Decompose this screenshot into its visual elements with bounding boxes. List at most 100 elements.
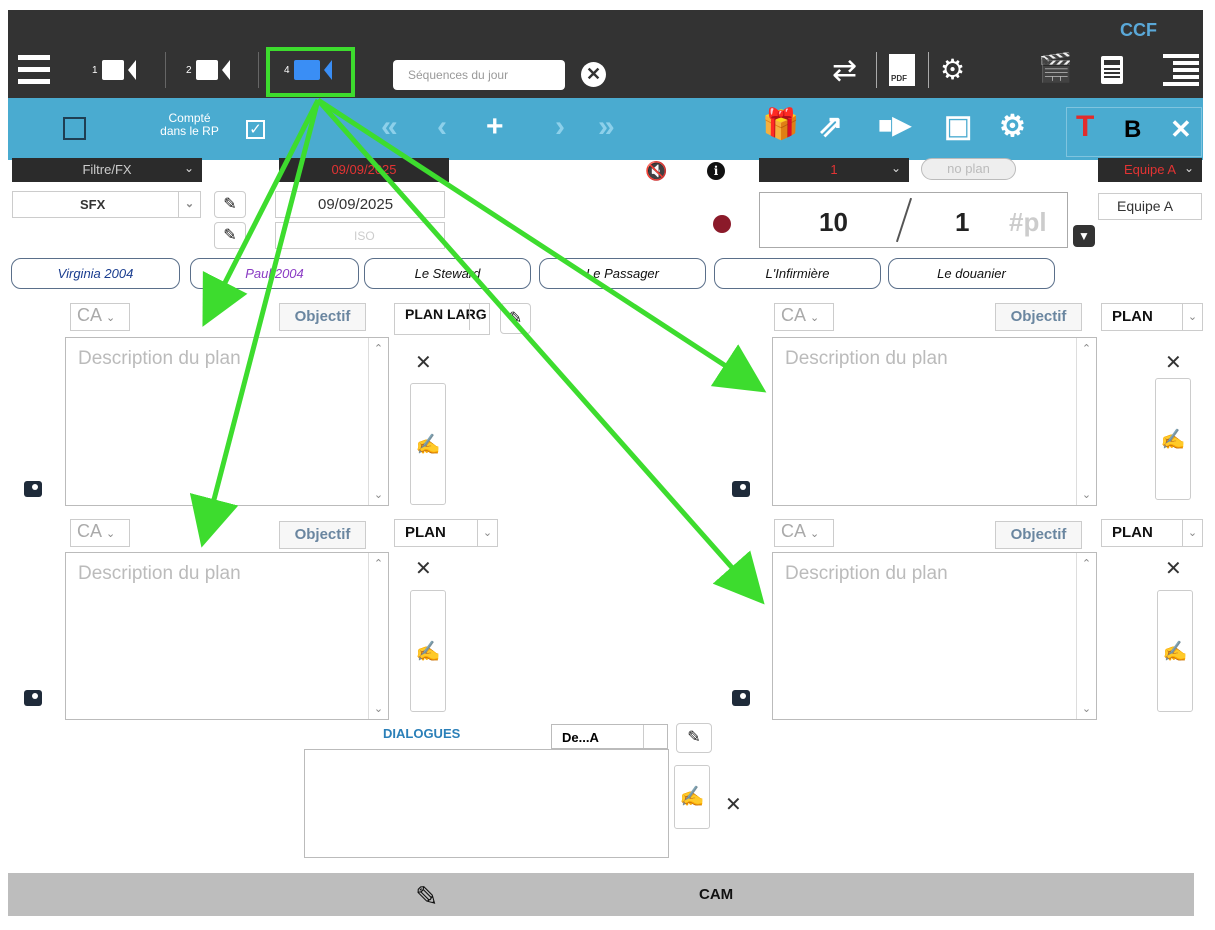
plan-description-input[interactable]: Description du plan ⌃ ⌄ bbox=[65, 337, 389, 506]
first-icon[interactable]: « bbox=[381, 112, 398, 142]
plan-select[interactable]: PLAN LARG ⌄ bbox=[394, 303, 490, 335]
edit-dialogues-button[interactable]: ✎ bbox=[676, 723, 712, 753]
objectif-button[interactable]: Objectif bbox=[279, 521, 366, 549]
plan-description-input[interactable]: Description du plan ⌃ ⌄ bbox=[772, 337, 1097, 506]
image-icon[interactable] bbox=[24, 481, 42, 497]
signature-button[interactable]: ✍ bbox=[410, 590, 446, 712]
character-pill[interactable]: Paul 2004 bbox=[190, 258, 359, 289]
image-icon[interactable] bbox=[732, 481, 750, 497]
close-icon[interactable]: ✕ bbox=[415, 556, 432, 581]
ca-select[interactable]: CA ⌄ bbox=[70, 303, 130, 331]
objectif-button[interactable]: Objectif bbox=[995, 303, 1082, 331]
dialogues-select[interactable]: De...A bbox=[551, 724, 668, 749]
character-pill[interactable]: Le douanier bbox=[888, 258, 1055, 289]
bold-button[interactable]: B bbox=[1124, 116, 1141, 144]
ca-label: CA bbox=[77, 305, 102, 325]
plan-select[interactable]: PLAN ⌄ bbox=[1101, 519, 1203, 547]
ca-label: CA bbox=[781, 521, 806, 541]
camera-4-highlight bbox=[266, 47, 355, 97]
iso-select[interactable]: ISO bbox=[275, 222, 445, 249]
signature-button[interactable]: ✍ bbox=[410, 383, 446, 505]
camera-2-button[interactable]: 2 bbox=[186, 60, 230, 80]
portrait-icon[interactable]: ▣ bbox=[944, 112, 972, 142]
objectif-button[interactable]: Objectif bbox=[995, 521, 1082, 549]
sequence-number[interactable]: 10 bbox=[819, 207, 848, 238]
ca-select[interactable]: CA ⌄ bbox=[774, 519, 834, 547]
objectif-label: Objectif bbox=[1010, 526, 1067, 543]
date-input[interactable]: 09/09/2025 bbox=[275, 191, 445, 218]
date-value: 09/09/2025 bbox=[318, 196, 394, 213]
plan-description-input[interactable]: Description du plan ⌃ ⌄ bbox=[772, 552, 1097, 720]
character-label: Le douanier bbox=[937, 266, 1006, 281]
ca-select[interactable]: CA ⌄ bbox=[774, 303, 834, 331]
pdf-icon[interactable]: PDF bbox=[889, 54, 915, 86]
plan-select[interactable]: PLAN ⌄ bbox=[1101, 303, 1203, 331]
clear-search-icon[interactable]: ✕ bbox=[581, 62, 606, 87]
no-plan-badge[interactable]: no plan bbox=[921, 158, 1016, 180]
iso-label: ISO bbox=[354, 229, 375, 243]
info-icon[interactable]: i bbox=[707, 162, 725, 180]
signature-button[interactable]: ✍ bbox=[674, 765, 710, 829]
character-pill[interactable]: L'Infirmière bbox=[714, 258, 881, 289]
character-label: L'Infirmière bbox=[765, 266, 830, 281]
close-icon[interactable]: ✕ bbox=[1165, 350, 1182, 375]
close-icon[interactable]: ✕ bbox=[725, 792, 742, 817]
objectif-label: Objectif bbox=[294, 308, 351, 325]
add-icon[interactable]: + bbox=[486, 112, 504, 142]
ca-select[interactable]: CA ⌄ bbox=[70, 519, 130, 547]
list-icon[interactable] bbox=[1163, 54, 1199, 86]
menu-icon[interactable] bbox=[18, 55, 50, 85]
sfx-select[interactable]: SFX ⌄ bbox=[12, 191, 201, 218]
compte-checkbox[interactable]: ✓ bbox=[246, 120, 265, 139]
camera-1-button[interactable]: 1 bbox=[92, 60, 136, 80]
text-color-button[interactable]: T bbox=[1076, 110, 1094, 144]
dialogues-select-value: De...A bbox=[562, 730, 599, 745]
pl-input[interactable]: #pl bbox=[1009, 207, 1047, 238]
close-icon[interactable]: ✕ bbox=[1165, 556, 1182, 581]
search-input[interactable]: Séquences du jour bbox=[393, 60, 565, 90]
plan-select[interactable]: PLAN ⌄ bbox=[394, 519, 498, 547]
user-settings-icon[interactable]: ⚙ bbox=[940, 56, 965, 84]
select-checkbox[interactable] bbox=[63, 117, 86, 140]
plan-description-input[interactable]: Description du plan ⌃ ⌄ bbox=[65, 552, 389, 720]
plan-number[interactable]: 1 bbox=[955, 207, 969, 238]
mute-icon[interactable]: 🔇 bbox=[645, 161, 667, 182]
character-pill[interactable]: Le Passager bbox=[539, 258, 706, 289]
last-icon[interactable]: » bbox=[598, 112, 615, 142]
description-placeholder: Description du plan bbox=[785, 563, 948, 584]
dialogues-input[interactable] bbox=[304, 749, 669, 858]
camera-2-number: 2 bbox=[186, 64, 192, 76]
image-icon[interactable] bbox=[732, 690, 750, 706]
edit-iso-button[interactable]: ✎ bbox=[214, 222, 246, 249]
camera-1-number: 1 bbox=[92, 64, 98, 76]
share-icon[interactable]: ⇗ bbox=[818, 112, 843, 142]
calculator-icon[interactable] bbox=[1101, 56, 1123, 84]
character-pill[interactable]: Le Steward bbox=[364, 258, 531, 289]
video-camera-icon[interactable]: ■▶ bbox=[878, 114, 911, 138]
edit-date-button[interactable]: ✎ bbox=[214, 191, 246, 218]
previous-icon[interactable]: ‹ bbox=[437, 112, 447, 142]
gift-icon[interactable]: 🎁 bbox=[762, 110, 799, 140]
filter-select[interactable]: Filtre/FX ⌄ bbox=[12, 158, 202, 182]
plan-number-select[interactable]: 1 ⌄ bbox=[759, 158, 909, 182]
objectif-button[interactable]: Objectif bbox=[279, 303, 366, 331]
plan-label: PLAN bbox=[1112, 308, 1153, 325]
signature-button[interactable]: ✍ bbox=[1157, 590, 1193, 712]
clapperboard-icon[interactable]: 🎬 bbox=[1038, 54, 1073, 82]
settings-icon[interactable]: ⚙ bbox=[999, 112, 1026, 142]
swap-icon[interactable]: ⇄ bbox=[832, 56, 857, 86]
pencil-icon[interactable]: ✎ bbox=[415, 880, 438, 913]
signature-button[interactable]: ✍ bbox=[1155, 378, 1191, 500]
equipe-field[interactable]: Equipe A bbox=[1098, 193, 1202, 220]
filter-label: Filtre/FX bbox=[82, 162, 132, 177]
character-pill[interactable]: Virginia 2004 bbox=[11, 258, 180, 289]
objectif-label: Objectif bbox=[294, 526, 351, 543]
equipe-select[interactable]: Equipe A ⌄ bbox=[1098, 158, 1202, 182]
edit-plan-button[interactable]: ✎ bbox=[500, 303, 531, 334]
close-icon[interactable]: ✕ bbox=[1170, 114, 1192, 145]
next-icon[interactable]: › bbox=[555, 112, 565, 142]
close-icon[interactable]: ✕ bbox=[415, 350, 432, 375]
date-select[interactable]: 09/09/2025 bbox=[279, 158, 449, 182]
arrow-down-icon[interactable]: ▼ bbox=[1073, 225, 1095, 247]
image-icon[interactable] bbox=[24, 690, 42, 706]
